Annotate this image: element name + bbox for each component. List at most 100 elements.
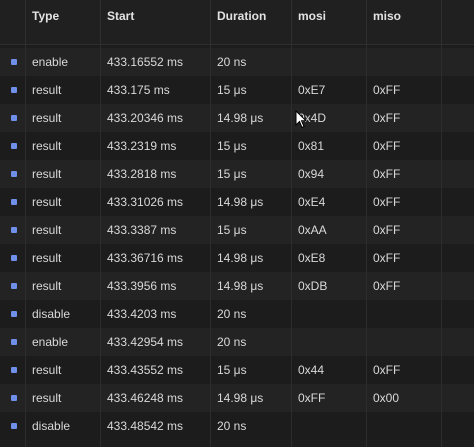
table-row[interactable]: result 433.20346 ms 14.98 μs 0x4D 0xFF xyxy=(0,104,474,132)
cell-duration: 20 ns xyxy=(210,328,291,356)
cell-miso: 0xFF xyxy=(366,76,441,104)
square-marker-icon xyxy=(11,143,17,149)
column-header-type[interactable]: Type xyxy=(25,0,100,45)
cell-mosi: 0xFF xyxy=(291,384,366,412)
mouse-pointer-icon xyxy=(295,110,307,129)
cell-start: 433.48542 ms xyxy=(100,412,210,440)
table-header: Type Start Duration mosi miso xyxy=(0,0,474,45)
cell-miso: 0xFF xyxy=(366,356,441,384)
table-row[interactable]: result 433.3956 ms 14.98 μs 0xDB 0xFF xyxy=(0,272,474,300)
column-header-extra xyxy=(441,0,474,45)
cell-type: result xyxy=(25,188,100,216)
data-table: Type Start Duration mosi miso disable 43… xyxy=(0,0,474,447)
square-marker-icon xyxy=(11,283,17,289)
cell-miso: 0xFF xyxy=(366,244,441,272)
cell-duration: 15 μs xyxy=(210,160,291,188)
cell-start: 433.16552 ms xyxy=(100,48,210,76)
square-marker-icon xyxy=(11,367,17,373)
cell-start: 433.43552 ms xyxy=(100,356,210,384)
table-row[interactable]: result 433.46248 ms 14.98 μs 0xFF 0x00 xyxy=(0,384,474,412)
cell-miso xyxy=(366,412,441,440)
cell-duration: 15 μs xyxy=(210,356,291,384)
cell-miso: 0xFF xyxy=(366,104,441,132)
cell-mosi: 0xE7 xyxy=(291,76,366,104)
cell-duration: 14.98 μs xyxy=(210,104,291,132)
table-row[interactable]: result 433.2818 ms 15 μs 0x94 0xFF xyxy=(0,160,474,188)
cell-mosi: 0x44 xyxy=(291,356,366,384)
column-header-duration[interactable]: Duration xyxy=(210,0,291,45)
cell-start: 433.31026 ms xyxy=(100,188,210,216)
column-header-miso[interactable]: miso xyxy=(366,0,441,45)
cell-type: enable xyxy=(25,48,100,76)
column-header-start[interactable]: Start xyxy=(100,0,210,45)
table-row[interactable]: disable 433.48542 ms 20 ns xyxy=(0,412,474,440)
cell-duration: 20 ns xyxy=(210,412,291,440)
table-row[interactable]: enable 433.16552 ms 20 ns xyxy=(0,48,474,76)
table-row[interactable]: enable 433.42954 ms 20 ns xyxy=(0,328,474,356)
square-marker-icon xyxy=(11,395,17,401)
cell-miso: 0xFF xyxy=(366,160,441,188)
cell-miso: 0xFF xyxy=(366,132,441,160)
cell-miso: 0x00 xyxy=(366,384,441,412)
square-marker-icon xyxy=(11,339,17,345)
cell-type: result xyxy=(25,356,100,384)
cell-duration: 14.98 μs xyxy=(210,188,291,216)
cell-mosi xyxy=(291,48,366,76)
cell-duration: 15 μs xyxy=(210,132,291,160)
cell-start: 433.3387 ms xyxy=(100,216,210,244)
cell-miso xyxy=(366,48,441,76)
column-divider xyxy=(291,0,292,447)
cell-start: 433.42954 ms xyxy=(100,328,210,356)
cell-mosi xyxy=(291,412,366,440)
cell-start: 433.2319 ms xyxy=(100,132,210,160)
square-marker-icon xyxy=(11,199,17,205)
cell-duration: 20 ns xyxy=(210,300,291,328)
table-row[interactable]: result 433.31026 ms 14.98 μs 0xE4 0xFF xyxy=(0,188,474,216)
cell-miso xyxy=(366,328,441,356)
cell-mosi: 0xE4 xyxy=(291,188,366,216)
cell-type: disable xyxy=(25,300,100,328)
square-marker-icon xyxy=(11,311,17,317)
table-row[interactable]: result 433.43552 ms 15 μs 0x44 0xFF xyxy=(0,356,474,384)
table-row[interactable]: disable 433.4203 ms 20 ns xyxy=(0,300,474,328)
square-marker-icon xyxy=(11,115,17,121)
cell-start: 433.3956 ms xyxy=(100,272,210,300)
column-divider xyxy=(366,0,367,447)
cell-miso: 0xFF xyxy=(366,188,441,216)
cell-mosi xyxy=(291,300,366,328)
table-row[interactable]: result 433.175 ms 15 μs 0xE7 0xFF xyxy=(0,76,474,104)
cell-type: result xyxy=(25,384,100,412)
cell-start: 433.20346 ms xyxy=(100,104,210,132)
cell-mosi: 0xE8 xyxy=(291,244,366,272)
cell-miso xyxy=(366,300,441,328)
column-divider xyxy=(25,0,26,447)
table-row[interactable]: result 433.3387 ms 15 μs 0xAA 0xFF xyxy=(0,216,474,244)
cell-duration: 15 μs xyxy=(210,76,291,104)
marker-column-header[interactable] xyxy=(0,0,25,45)
cell-miso: 0xFF xyxy=(366,216,441,244)
cell-duration: 20 ns xyxy=(210,48,291,76)
cell-miso: 0xFF xyxy=(366,272,441,300)
column-divider xyxy=(100,0,101,447)
cell-mosi: 0xDB xyxy=(291,272,366,300)
cell-mosi: 0xAA xyxy=(291,216,366,244)
cell-type: result xyxy=(25,216,100,244)
cell-type: result xyxy=(25,272,100,300)
cell-type: result xyxy=(25,104,100,132)
cell-duration: 14.98 μs xyxy=(210,384,291,412)
cell-type: enable xyxy=(25,328,100,356)
cell-start: 433.175 ms xyxy=(100,76,210,104)
column-divider xyxy=(441,0,442,447)
square-marker-icon xyxy=(11,59,17,65)
square-marker-icon xyxy=(11,87,17,93)
square-marker-icon xyxy=(11,255,17,261)
table-row[interactable]: result 433.2319 ms 15 μs 0x81 0xFF xyxy=(0,132,474,160)
cell-mosi: 0x94 xyxy=(291,160,366,188)
table-body: disable 433.1290 ms 20 ns enable433.1655… xyxy=(0,34,474,440)
square-marker-icon xyxy=(11,171,17,177)
cell-mosi: 0x81 xyxy=(291,132,366,160)
cell-type: result xyxy=(25,76,100,104)
column-header-mosi[interactable]: mosi xyxy=(291,0,366,45)
table-row[interactable]: result 433.36716 ms 14.98 μs 0xE8 0xFF xyxy=(0,244,474,272)
cell-start: 433.46248 ms xyxy=(100,384,210,412)
